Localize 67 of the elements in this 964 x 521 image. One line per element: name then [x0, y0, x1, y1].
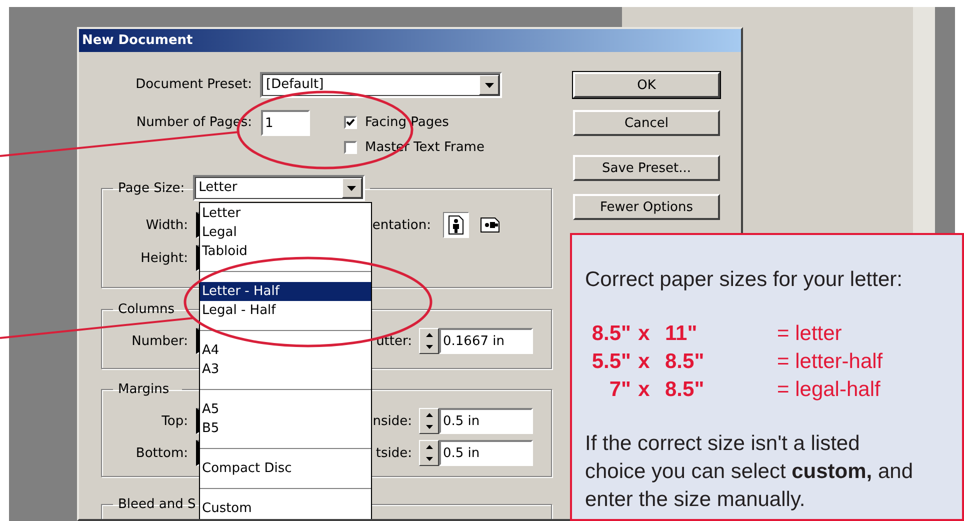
menu-item[interactable]: Letter	[200, 204, 371, 223]
dialog-button[interactable]: Save Preset...	[573, 155, 720, 181]
size-times: x	[638, 349, 650, 375]
size-width: 5.5"	[592, 349, 631, 375]
size-width: 8.5"	[592, 321, 631, 347]
group-label: Bleed and S	[118, 497, 196, 512]
menu-item[interactable]: Legal	[200, 223, 371, 242]
stepper-button[interactable]	[419, 328, 439, 354]
dropdown-arrow-icon	[347, 186, 356, 190]
size-height: 8.5"	[664, 377, 704, 403]
menu-item[interactable]: Tabloid	[200, 242, 371, 261]
size-height: 11"	[664, 321, 698, 347]
margin-field[interactable]: 0.5 in	[439, 408, 533, 434]
callout-note: If the correct size isn't a listed choice you can select custom, and enter the size manually.	[585, 431, 914, 513]
field-label: utter:	[375, 334, 412, 348]
up-arrow-icon	[426, 445, 432, 449]
checkbox[interactable]	[344, 116, 357, 129]
size-width: 7"	[609, 377, 631, 403]
size-times: x	[638, 377, 650, 403]
down-arrow-icon	[426, 457, 432, 461]
preset-dropdown[interactable]: [Default]	[260, 72, 502, 98]
field-label: entation:	[371, 218, 431, 232]
gutter-field[interactable]: 0.1667 in	[439, 328, 533, 354]
dialog-button[interactable]: Cancel	[573, 110, 720, 136]
menu-item[interactable]: Letter - Half	[200, 282, 371, 301]
menu-item[interactable]: Custom	[200, 499, 371, 518]
group-label: Columns	[118, 302, 175, 317]
field-label: Number:	[130, 334, 188, 348]
dropdown-arrow-icon	[484, 82, 494, 88]
size-meaning: = legal-half	[777, 377, 880, 403]
menu-item[interactable]: Compact Disc	[200, 459, 371, 478]
menu-item[interactable]: B5	[200, 419, 371, 438]
down-arrow-icon	[426, 425, 432, 429]
orientation-button[interactable]	[443, 212, 469, 238]
size-meaning: = letter	[777, 321, 842, 347]
margin-field[interactable]: 0.5 in	[439, 440, 533, 466]
dialog-button[interactable]: Fewer Options	[573, 194, 720, 220]
page-icon	[480, 217, 500, 233]
stepper-button[interactable]	[419, 440, 439, 466]
field-label: Bottom:	[134, 446, 188, 460]
menu-item[interactable]: A5	[200, 400, 371, 419]
dialog-button[interactable]: OK	[573, 72, 720, 98]
size-height: 8.5"	[664, 349, 704, 375]
checkbox-label: Facing Pages	[365, 115, 449, 130]
up-arrow-icon	[426, 413, 432, 417]
menu-item[interactable]: A3	[200, 360, 371, 379]
window-title: New Document	[82, 33, 193, 48]
group-label: Margins	[118, 382, 170, 397]
field-label: Top:	[160, 414, 188, 428]
group-label: Page Size:	[118, 180, 185, 196]
field-label: tside:	[374, 446, 412, 460]
preset-label: Document Preset:	[134, 76, 252, 94]
field-label: Width:	[144, 218, 188, 232]
menu-item[interactable]: Legal - Half	[200, 301, 371, 320]
pages-field[interactable]: 1	[261, 110, 310, 136]
field-label: Height:	[140, 250, 188, 266]
callout-heading: Correct paper sizes for your letter:	[585, 268, 904, 292]
down-arrow-icon	[426, 345, 432, 349]
up-arrow-icon	[426, 333, 432, 337]
size-times: x	[638, 321, 650, 347]
field-label: nside:	[372, 414, 412, 428]
menu-item[interactable]: A4	[200, 341, 371, 360]
stepper-button[interactable]	[419, 408, 439, 434]
size-meaning: = letter-half	[777, 349, 883, 375]
page-size-dropdown[interactable]: Letter	[192, 175, 365, 201]
checkbox[interactable]	[344, 141, 357, 154]
page-icon	[448, 215, 464, 235]
